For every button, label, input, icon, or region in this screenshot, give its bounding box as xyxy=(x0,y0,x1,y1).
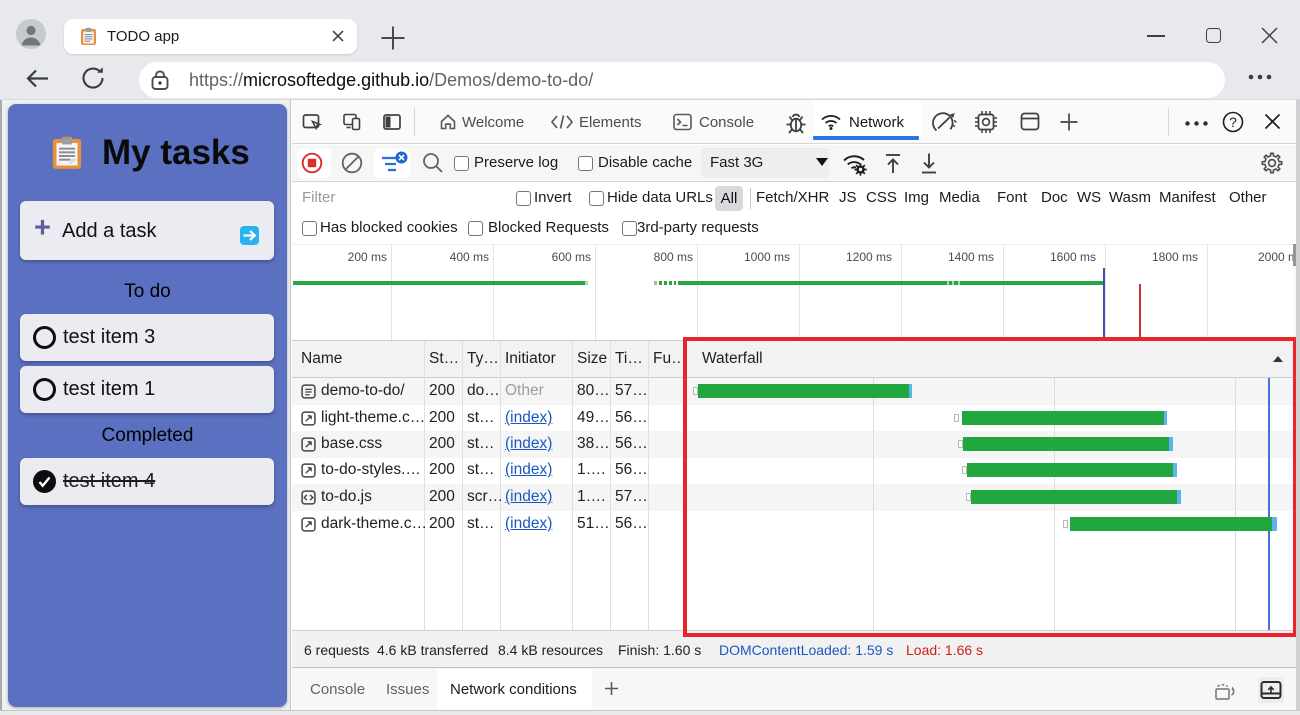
svg-text:?: ? xyxy=(1229,114,1237,130)
